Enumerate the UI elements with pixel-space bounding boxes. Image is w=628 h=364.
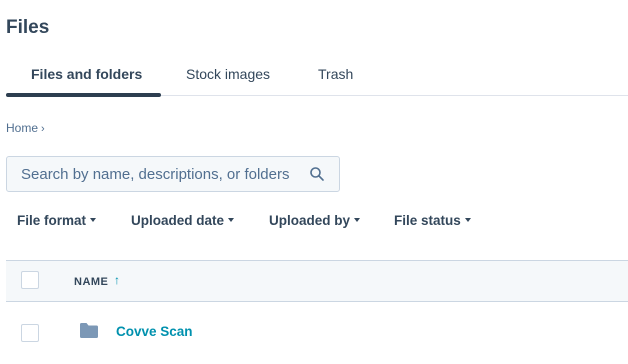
chevron-right-icon: › xyxy=(41,123,45,135)
filter-uploaded-by-label: Uploaded by xyxy=(269,213,351,228)
file-name-link[interactable]: Covve Scan xyxy=(116,324,193,339)
tab-stock-images[interactable]: Stock images xyxy=(186,66,270,82)
search-icon[interactable] xyxy=(309,166,325,182)
caret-down-icon xyxy=(228,218,235,222)
tab-trash[interactable]: Trash xyxy=(318,66,353,82)
filter-file-format[interactable]: File format xyxy=(17,213,97,228)
folder-icon xyxy=(80,323,98,338)
caret-down-icon xyxy=(90,218,97,222)
search-box xyxy=(6,156,340,192)
search-input[interactable] xyxy=(21,157,311,191)
filter-file-status[interactable]: File status xyxy=(394,213,471,228)
filter-uploaded-date[interactable]: Uploaded date xyxy=(131,213,235,228)
active-tab-indicator xyxy=(6,93,161,97)
caret-down-icon xyxy=(354,218,361,222)
page-title: Files xyxy=(6,17,50,38)
sort-ascending-icon[interactable]: ↑ xyxy=(114,273,120,287)
select-all-checkbox[interactable] xyxy=(21,271,39,289)
filter-uploaded-by[interactable]: Uploaded by xyxy=(269,213,361,228)
tab-files-and-folders[interactable]: Files and folders xyxy=(31,66,142,82)
breadcrumb: Home › xyxy=(6,121,45,135)
caret-down-icon xyxy=(464,218,471,222)
row-checkbox[interactable] xyxy=(21,324,39,342)
filter-uploaded-date-label: Uploaded date xyxy=(131,213,225,228)
filter-file-format-label: File format xyxy=(17,213,87,228)
filter-file-status-label: File status xyxy=(394,213,461,228)
breadcrumb-home-link[interactable]: Home xyxy=(6,121,38,135)
column-header-name[interactable]: NAME xyxy=(74,276,108,288)
